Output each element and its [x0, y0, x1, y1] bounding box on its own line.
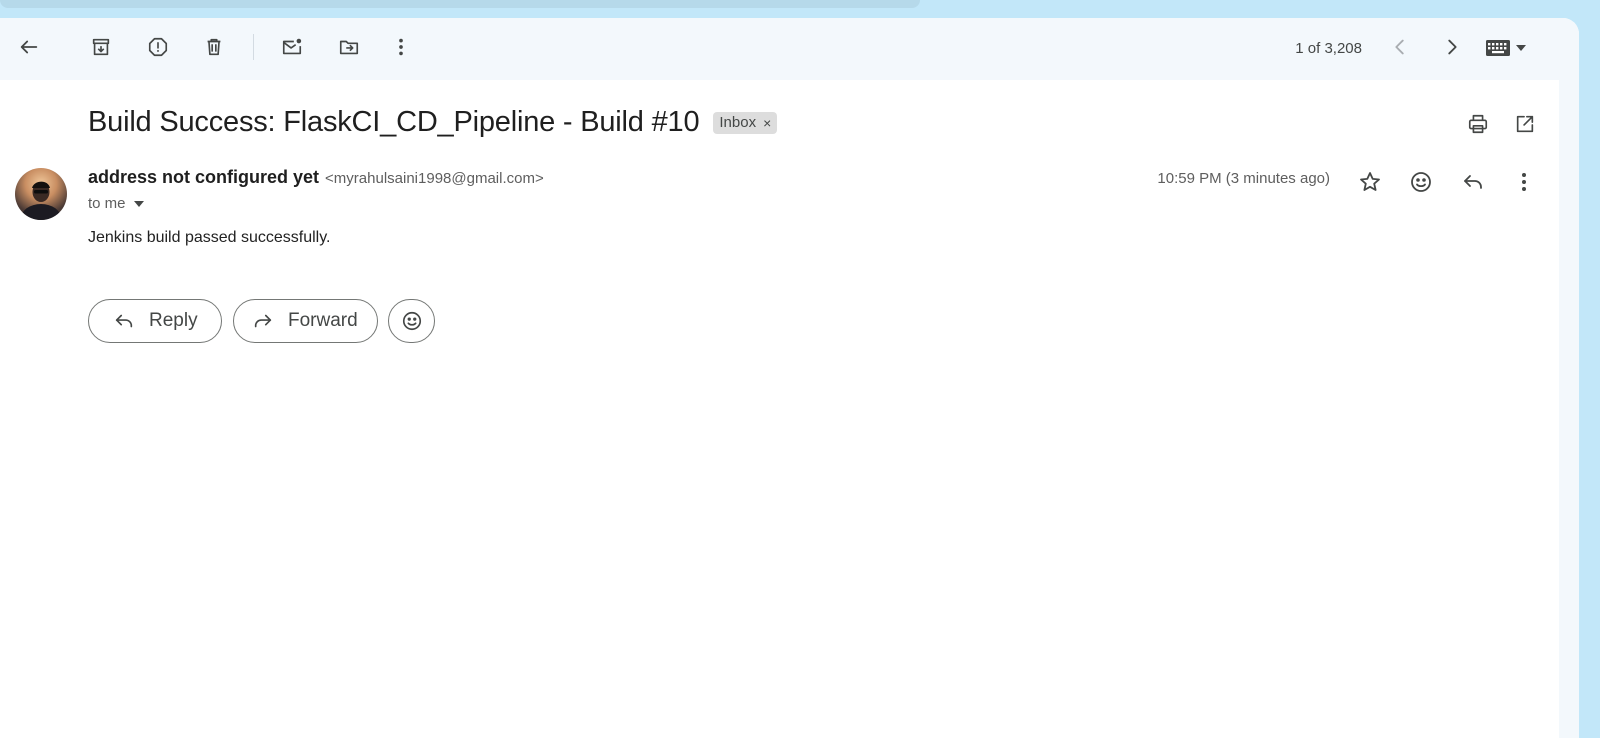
sender-email: <myrahulsaini1998@gmail.com> [325, 170, 544, 187]
email-view-panel: 1 of 3,208 Build Success: FlaskCI_CD_Pip… [0, 18, 1579, 738]
chevron-right-icon [1448, 39, 1457, 55]
emoji-icon [1411, 172, 1431, 192]
caret-down-icon [133, 200, 144, 207]
more-options-button[interactable] [383, 29, 419, 65]
reply-pill-button[interactable]: Reply [88, 299, 222, 343]
recipient-details-toggle[interactable]: to me [88, 195, 144, 212]
star-button[interactable] [1352, 164, 1388, 200]
open-in-new-icon [1516, 115, 1534, 133]
inbox-label-chip[interactable]: Inbox × [713, 111, 778, 134]
reply-icon [1464, 175, 1482, 189]
delete-icon [207, 38, 221, 56]
move-to-button[interactable] [331, 29, 367, 65]
sender-avatar[interactable] [15, 168, 67, 220]
top-strip [0, 0, 920, 8]
right-gutter [1559, 80, 1579, 738]
reply-icon [115, 314, 133, 328]
email-subject: Build Success: FlaskCI_CD_Pipeline - Bui… [88, 106, 700, 138]
subject-row: Build Success: FlaskCI_CD_Pipeline - Bui… [88, 106, 778, 139]
toolbar-divider [253, 34, 254, 60]
caret-down-icon [1516, 45, 1526, 51]
label-text: Inbox [719, 114, 757, 131]
input-tools-button[interactable] [1486, 36, 1534, 60]
emoji-reaction-pill-button[interactable] [388, 299, 435, 343]
archive-icon [92, 38, 110, 56]
sender-name[interactable]: address not configured yet [88, 167, 319, 188]
recipient-text: to me [88, 195, 126, 212]
report-spam-icon [148, 37, 168, 57]
email-toolbar: 1 of 3,208 [0, 18, 1579, 80]
archive-button[interactable] [83, 29, 119, 65]
add-reaction-button[interactable] [1403, 164, 1439, 200]
newer-button[interactable] [1382, 29, 1418, 65]
arrow-back-icon [20, 40, 38, 54]
print-all-button[interactable] [1462, 108, 1494, 140]
star-icon [1360, 172, 1380, 191]
back-button[interactable] [11, 29, 47, 65]
avatar-photo [21, 181, 61, 220]
message-more-button[interactable] [1506, 164, 1542, 200]
keyboard-icon [1486, 40, 1510, 56]
open-new-window-button[interactable] [1509, 108, 1541, 140]
mark-unread-button[interactable] [274, 29, 310, 65]
remove-label-button[interactable]: × [763, 115, 771, 131]
report-spam-button[interactable] [140, 29, 176, 65]
email-body: Jenkins build passed successfully. [88, 229, 331, 246]
more-vert-icon [399, 38, 403, 56]
page-count: 1 of 3,208 [1295, 40, 1362, 57]
older-button[interactable] [1434, 29, 1470, 65]
move-to-icon [339, 40, 359, 55]
sender-row: address not configured yet <myrahulsaini… [88, 167, 544, 188]
email-timestamp: 10:59 PM (3 minutes ago) [1157, 170, 1330, 187]
more-vert-icon [1522, 173, 1526, 191]
forward-icon [254, 314, 272, 328]
mark-unread-icon [282, 38, 302, 55]
delete-button[interactable] [196, 29, 232, 65]
chevron-left-icon [1395, 39, 1404, 55]
emoji-icon [402, 311, 421, 331]
reply-label: Reply [149, 310, 198, 331]
reply-button[interactable] [1455, 164, 1491, 200]
print-icon [1468, 114, 1488, 134]
forward-label: Forward [288, 310, 358, 331]
forward-pill-button[interactable]: Forward [233, 299, 378, 343]
